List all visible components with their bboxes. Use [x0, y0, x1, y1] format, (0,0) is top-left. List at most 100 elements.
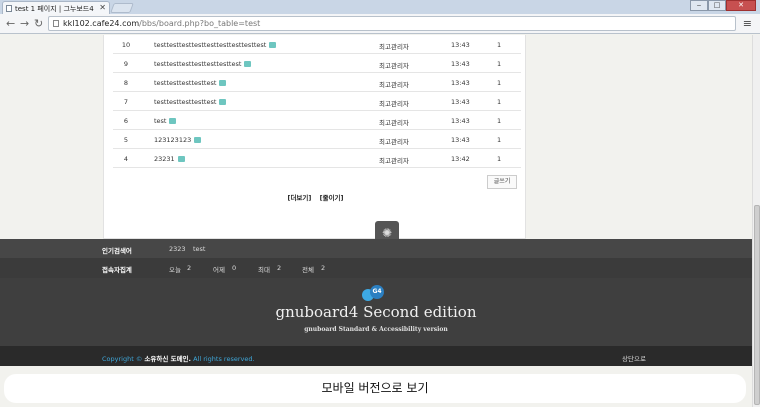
table-row: 7 testtesttesttesttest 최고관리자 13:43 1: [113, 92, 521, 111]
post-date: 13:43: [451, 117, 470, 125]
post-hits: 1: [497, 79, 502, 87]
visitor-stats-label: 접속자집계: [102, 266, 132, 274]
visitors-yesterday-label: 어제: [213, 266, 225, 274]
visitors-today-value: 2: [187, 264, 192, 272]
reload-icon[interactable]: ↻: [34, 17, 43, 30]
post-date: 13:43: [451, 98, 470, 106]
visitors-total-value: 2: [321, 264, 326, 272]
url-host: kkl102.cafe24.com: [63, 19, 140, 28]
post-hits: 1: [497, 117, 502, 125]
post-subject[interactable]: testtesttesttesttesttesttest: [154, 60, 252, 68]
mobile-version-button[interactable]: 모바일 버전으로 보기: [4, 374, 746, 403]
visitor-stats-bar: 접속자집계 오늘 2 어제 0 최대 2 전체 2: [0, 258, 752, 278]
visitors-max-value: 2: [277, 264, 282, 272]
post-subject-text[interactable]: testtesttesttesttest: [154, 79, 216, 87]
browser-tab-strip: test 1 페이지 | 그누보드4 ✕ ‒ □ ✕: [0, 0, 760, 15]
table-row: 10 testtesttesttesttesttesttesttesttest …: [113, 35, 521, 54]
post-subject[interactable]: testtesttesttesttest: [154, 79, 227, 87]
back-arrow-icon[interactable]: ←: [6, 17, 15, 30]
post-subject[interactable]: 23231: [154, 155, 185, 163]
write-button[interactable]: 글쓰기: [487, 175, 517, 189]
minimize-button[interactable]: ‒: [690, 0, 708, 11]
post-subject[interactable]: test: [154, 117, 177, 125]
copyright-prefix: Copyright ©: [102, 355, 143, 363]
brand-title: gnuboard4 Second edition: [275, 303, 477, 321]
window-controls: ‒ □ ✕: [690, 0, 756, 11]
comment-icon: [219, 80, 227, 86]
post-author[interactable]: 최고관리자: [379, 60, 409, 70]
address-bar[interactable]: kkl102.cafe24.com/bbs/board.php?bo_table…: [48, 16, 736, 31]
board-list: 10 testtesttesttesttesttesttesttesttest …: [103, 35, 526, 239]
more-button[interactable]: [더보기]: [287, 194, 311, 202]
post-subject[interactable]: testtesttesttesttesttesttesttesttest: [154, 41, 277, 49]
post-subject-text[interactable]: testtesttesttesttesttesttesttesttest: [154, 41, 266, 49]
post-date: 13:43: [451, 41, 470, 49]
comment-icon: [169, 118, 177, 124]
post-subject-text[interactable]: 123123123: [154, 136, 191, 144]
comment-icon: [244, 61, 252, 67]
copyright-owner: 소유하신 도메인.: [144, 355, 191, 363]
visitors-today-label: 오늘: [169, 266, 181, 274]
post-date: 13:43: [451, 60, 470, 68]
copyright: Copyright © 소유하신 도메인. All rights reserve…: [102, 353, 255, 363]
post-hits: 1: [497, 41, 502, 49]
post-hits: 1: [497, 60, 502, 68]
post-subject[interactable]: testtesttesttesttest: [154, 98, 227, 106]
comment-icon: [269, 42, 277, 48]
post-number: 9: [123, 60, 129, 68]
browser-toolbar: ← → ↻ kkl102.cafe24.com/bbs/board.php?bo…: [0, 14, 760, 34]
post-author[interactable]: 최고관리자: [379, 136, 409, 146]
close-icon[interactable]: ✕: [99, 3, 106, 12]
post-date: 13:43: [451, 136, 470, 144]
post-subject[interactable]: 123123123: [154, 136, 202, 144]
visitors-total-label: 전체: [302, 266, 314, 274]
close-window-button[interactable]: ✕: [726, 0, 756, 11]
post-number: 5: [123, 136, 129, 144]
load-more-controls: [더보기] [줄이기]: [104, 192, 527, 202]
hamburger-menu-icon[interactable]: ≡: [743, 17, 752, 30]
post-number: 6: [123, 117, 129, 125]
copyright-bar: Copyright © 소유하신 도메인. All rights reserve…: [0, 346, 752, 366]
post-subject-text[interactable]: 23231: [154, 155, 175, 163]
post-subject-text[interactable]: testtesttesttesttesttesttest: [154, 60, 241, 68]
new-tab-button[interactable]: [110, 3, 134, 13]
post-author[interactable]: 최고관리자: [379, 79, 409, 89]
post-author[interactable]: 최고관리자: [379, 117, 409, 127]
post-date: 13:43: [451, 79, 470, 87]
post-subject-text[interactable]: test: [154, 117, 166, 125]
page-icon: [53, 20, 59, 27]
post-author[interactable]: 최고관리자: [379, 41, 409, 51]
post-author[interactable]: 최고관리자: [379, 155, 409, 165]
popular-term[interactable]: test: [193, 245, 205, 253]
comment-icon: [219, 99, 227, 105]
page-icon: [6, 5, 12, 12]
page-viewport: 10 testtesttesttesttesttesttesttesttest …: [0, 35, 752, 407]
post-number: 7: [123, 98, 129, 106]
scrollbar-thumb[interactable]: [754, 205, 760, 405]
popular-search-label: 인기검색어: [102, 247, 132, 255]
table-row: 6 test 최고관리자 13:43 1: [113, 111, 521, 130]
back-to-top-link[interactable]: 상단으로: [622, 353, 646, 363]
post-subject-text[interactable]: testtesttesttesttest: [154, 98, 216, 106]
browser-tab-active[interactable]: test 1 페이지 | 그누보드4 ✕: [2, 1, 110, 15]
visitors-max-label: 최대: [258, 266, 270, 274]
post-hits: 1: [497, 98, 502, 106]
less-button[interactable]: [줄이기]: [320, 194, 344, 202]
footer-brand: G4 gnuboard4 Second edition gnuboard Sta…: [0, 278, 752, 346]
comment-icon: [177, 156, 185, 162]
post-hits: 1: [497, 136, 502, 144]
table-row: 4 23231 최고관리자 13:42 1: [113, 149, 521, 168]
visitors-yesterday-value: 0: [232, 264, 237, 272]
popular-term[interactable]: 2323: [169, 245, 186, 253]
brand-subtitle: gnuboard Standard & Accessibility versio…: [304, 326, 448, 333]
post-author[interactable]: 최고관리자: [379, 98, 409, 108]
post-hits: 1: [497, 155, 502, 163]
logo-badge: G4: [370, 285, 384, 299]
maximize-button[interactable]: □: [708, 0, 726, 11]
forward-arrow-icon[interactable]: →: [20, 17, 29, 30]
post-date: 13:42: [451, 155, 470, 163]
vertical-scrollbar[interactable]: [752, 35, 760, 407]
post-number: 8: [123, 79, 129, 87]
table-row: 5 123123123 최고관리자 13:43 1: [113, 130, 521, 149]
copyright-rights: All rights reserved.: [193, 355, 255, 363]
